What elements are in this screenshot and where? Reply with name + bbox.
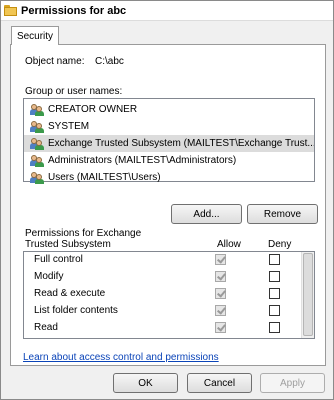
users-icon xyxy=(30,120,44,133)
remove-button[interactable]: Remove xyxy=(247,204,318,224)
tab-security[interactable]: Security xyxy=(11,26,59,45)
deny-checkbox[interactable] xyxy=(269,322,280,333)
window-title: Permissions for abc xyxy=(21,4,127,17)
object-name-value: C:\abc xyxy=(95,56,124,67)
permissions-dialog: Permissions for abc Security Object name… xyxy=(0,0,334,400)
ok-button[interactable]: OK xyxy=(113,373,178,393)
permission-name: Read & execute xyxy=(34,288,106,299)
user-list[interactable]: CREATOR OWNER SYSTEM Exchange Trusted Su… xyxy=(23,98,315,184)
permissions-list: Full control Modify Read & execute List … xyxy=(23,251,315,339)
deny-checkbox[interactable] xyxy=(269,271,280,282)
scrollbar-thumb[interactable] xyxy=(303,253,313,336)
permission-row-list-folder-contents: List folder contents xyxy=(24,303,314,320)
permission-name: List folder contents xyxy=(34,305,118,316)
permission-row-read-execute: Read & execute xyxy=(24,286,314,303)
allow-checkbox[interactable] xyxy=(215,322,226,333)
deny-column-header: Deny xyxy=(268,239,292,250)
permission-row-modify: Modify xyxy=(24,269,314,286)
permission-name: Full control xyxy=(34,254,83,265)
permissions-label: Permissions for Exchange Trusted Subsyst… xyxy=(25,228,175,250)
apply-button[interactable]: Apply xyxy=(260,373,325,393)
allow-column-header: Allow xyxy=(217,239,241,250)
users-icon xyxy=(30,171,44,184)
allow-checkbox[interactable] xyxy=(215,271,226,282)
user-item-administrators[interactable]: Administrators (MAILTEST\Administrators) xyxy=(24,152,314,169)
group-or-user-names-label: Group or user names: xyxy=(25,86,123,97)
users-icon xyxy=(30,103,44,116)
cancel-button[interactable]: Cancel xyxy=(187,373,252,393)
user-item-label: SYSTEM xyxy=(48,121,90,132)
user-item-label: Exchange Trusted Subsystem (MAILTEST\Exc… xyxy=(48,138,314,149)
allow-checkbox[interactable] xyxy=(215,305,226,316)
allow-checkbox[interactable] xyxy=(215,254,226,265)
user-item-label: CREATOR OWNER xyxy=(48,104,138,115)
title-bar: Permissions for abc xyxy=(1,1,333,21)
permission-name: Read xyxy=(34,322,58,333)
users-icon xyxy=(30,154,44,167)
permission-name: Modify xyxy=(34,271,64,282)
permissions-label-line1: Permissions for Exchange xyxy=(25,228,142,239)
permission-row-full-control: Full control xyxy=(24,252,314,269)
permission-row-read: Read xyxy=(24,320,314,337)
deny-checkbox[interactable] xyxy=(269,305,280,316)
user-item-label: Users (MAILTEST\Users) xyxy=(48,172,161,183)
permissions-label-line2: Trusted Subsystem xyxy=(25,239,111,250)
user-item-exchange-trusted-subsystem[interactable]: Exchange Trusted Subsystem (MAILTEST\Exc… xyxy=(24,135,314,152)
permissions-scrollbar[interactable] xyxy=(301,252,314,338)
user-item-system[interactable]: SYSTEM xyxy=(24,118,314,135)
learn-access-control-link[interactable]: Learn about access control and permissio… xyxy=(23,352,219,363)
object-name-label: Object name: xyxy=(25,56,85,67)
user-item-label: Administrators (MAILTEST\Administrators) xyxy=(48,155,237,166)
add-button[interactable]: Add... xyxy=(171,204,242,224)
allow-checkbox[interactable] xyxy=(215,288,226,299)
user-item-users[interactable]: Users (MAILTEST\Users) xyxy=(24,169,314,186)
deny-checkbox[interactable] xyxy=(269,288,280,299)
security-panel: Object name: C:\abc Group or user names:… xyxy=(10,44,326,366)
deny-checkbox[interactable] xyxy=(269,254,280,265)
folder-icon xyxy=(4,5,17,16)
users-icon xyxy=(30,137,44,150)
user-item-creator-owner[interactable]: CREATOR OWNER xyxy=(24,101,314,118)
